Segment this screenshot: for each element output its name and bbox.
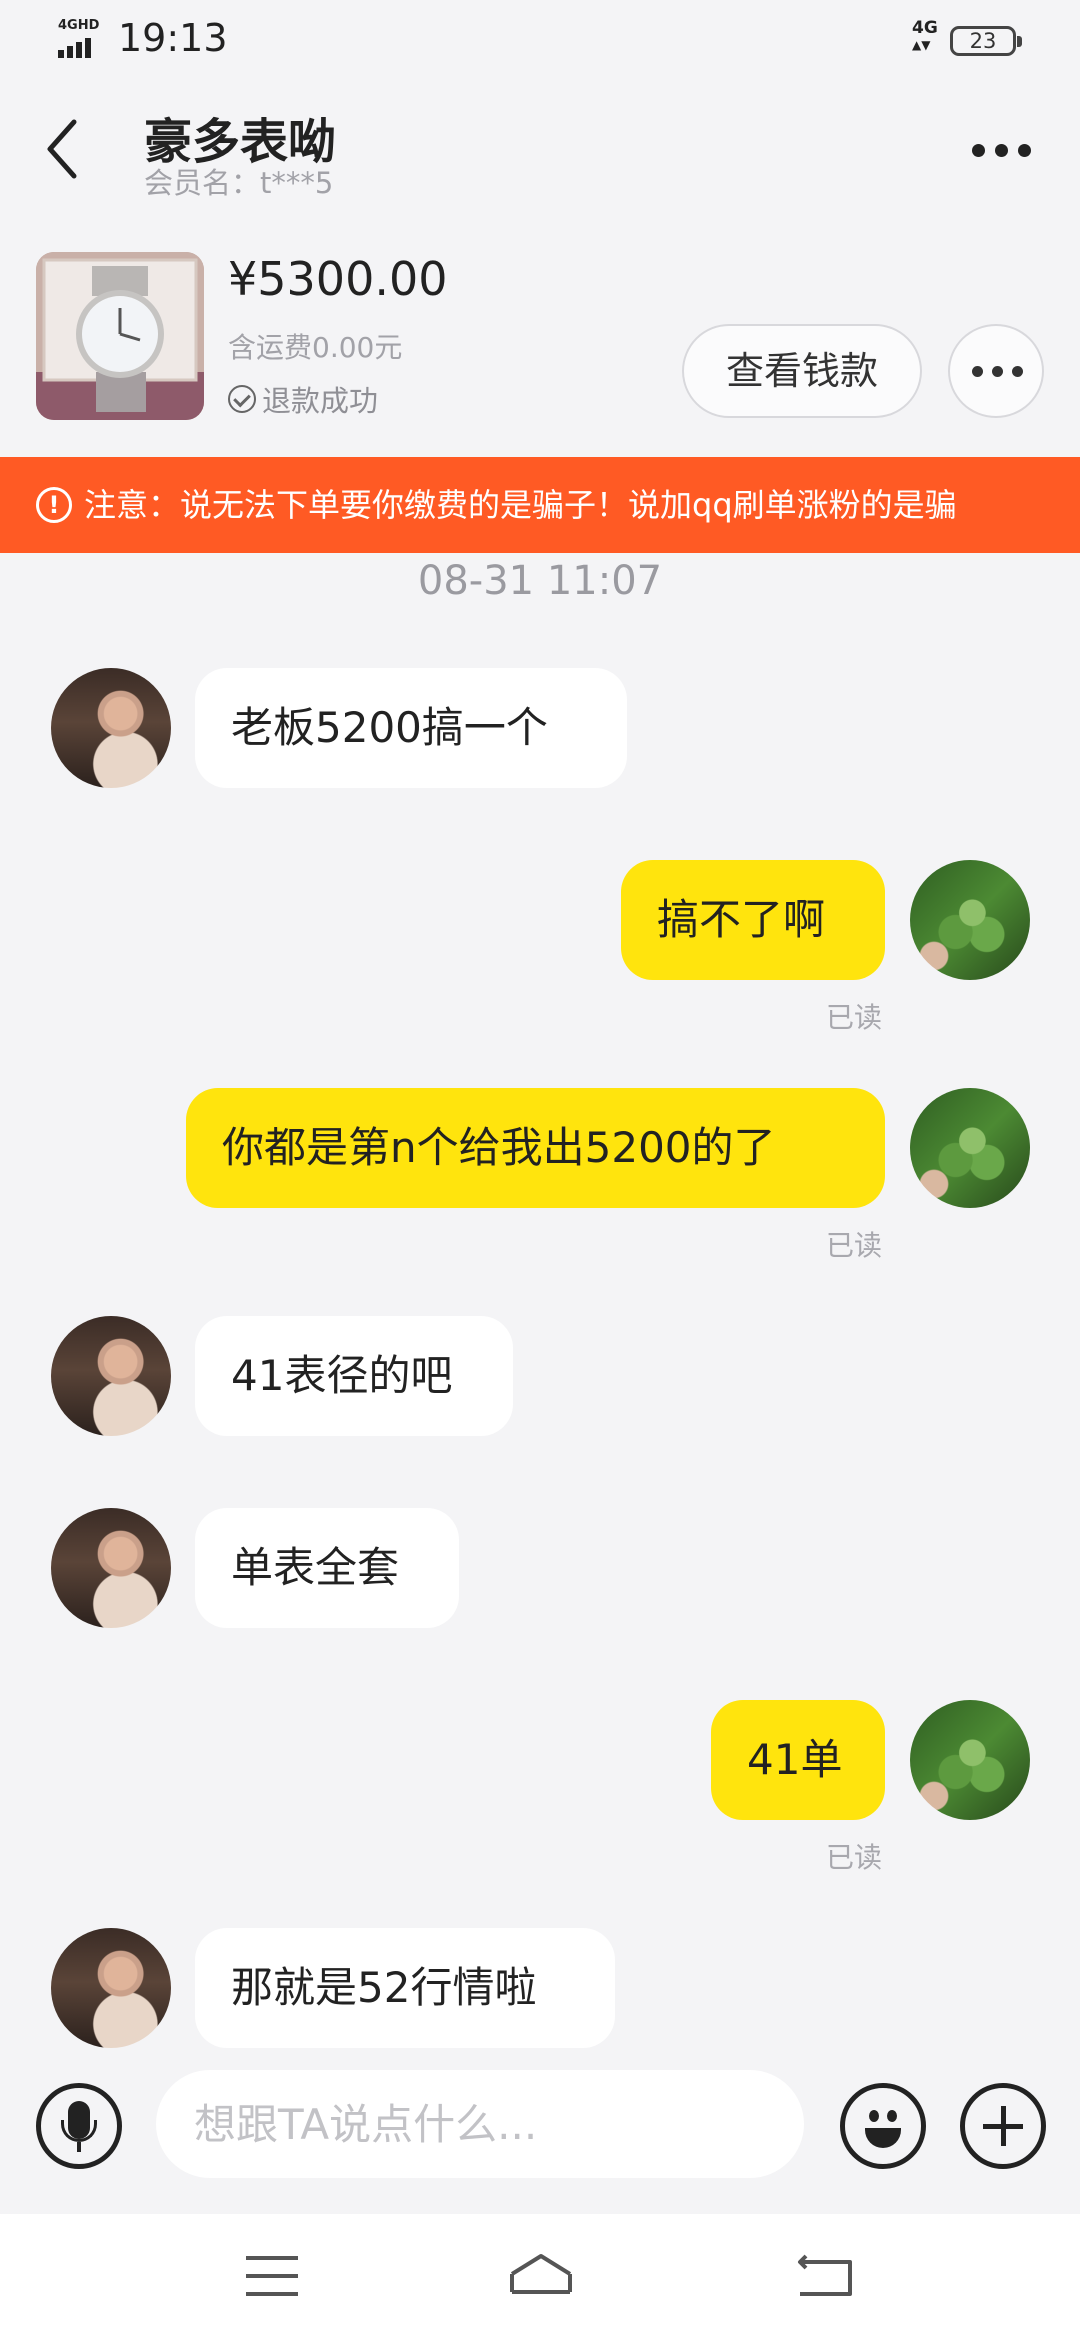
back-chevron-icon[interactable]: [40, 114, 90, 184]
back-arrow-icon[interactable]: [796, 2252, 854, 2298]
message-bubble-sent[interactable]: 搞不了啊: [621, 860, 885, 980]
product-more-button[interactable]: [948, 324, 1044, 418]
plus-icon[interactable]: [960, 2083, 1046, 2169]
seller-avatar[interactable]: [51, 1508, 171, 1628]
read-status: 已读: [826, 1841, 883, 1874]
product-thumbnail[interactable]: [36, 252, 204, 420]
check-circle-icon: [228, 385, 256, 413]
message-input[interactable]: [156, 2070, 804, 2178]
refund-status-text: 退款成功: [262, 384, 379, 418]
message-bubble-received[interactable]: 单表全套: [195, 1508, 459, 1628]
mobile-data-indicator: 4G ▲▼: [912, 18, 938, 53]
seller-avatar[interactable]: [51, 1316, 171, 1436]
seller-avatar[interactable]: [51, 668, 171, 788]
more-dots-icon[interactable]: [966, 130, 1036, 170]
read-status: 已读: [826, 1001, 883, 1034]
message-bubble-received[interactable]: 那就是52行情啦: [195, 1928, 615, 2048]
product-price: ¥5300.00: [228, 252, 448, 306]
network-type: 4GHD: [58, 18, 100, 33]
warning-text: 注意：说无法下单要你缴费的是骗子！说加qq刷单涨粉的是骗: [84, 486, 957, 524]
cell-signal-icon: 4GHD: [58, 18, 108, 58]
refund-status: 退款成功: [228, 378, 378, 420]
watch-image: [36, 252, 204, 420]
status-time: 19:13: [118, 16, 228, 60]
message-bubble-sent[interactable]: 41单: [711, 1700, 885, 1820]
emoji-icon[interactable]: [840, 2083, 926, 2169]
battery-icon: 23: [950, 26, 1022, 56]
view-money-button[interactable]: 查看钱款: [682, 324, 922, 418]
chat-timestamp: 08-31 11:07: [417, 558, 663, 604]
member-name: 会员名：t***5: [144, 166, 334, 200]
shipping-fee: 含运费0.00元: [228, 331, 403, 364]
microphone-icon[interactable]: [36, 2083, 122, 2169]
my-avatar[interactable]: [910, 860, 1030, 980]
my-avatar[interactable]: [910, 1088, 1030, 1208]
status-bar: 4GHD 19:13 4G ▲▼ 23: [0, 0, 1080, 86]
message-bubble-received[interactable]: 老板5200搞一个: [195, 668, 627, 788]
seller-avatar[interactable]: [51, 1928, 171, 2048]
warning-banner[interactable]: 注意：说无法下单要你缴费的是骗子！说加qq刷单涨粉的是骗: [0, 457, 1080, 553]
message-bubble-sent[interactable]: 你都是第n个给我出5200的了: [186, 1088, 885, 1208]
my-avatar[interactable]: [910, 1700, 1030, 1820]
read-status: 已读: [826, 1229, 883, 1262]
home-icon[interactable]: [508, 2252, 574, 2302]
menu-icon[interactable]: [246, 2256, 298, 2296]
message-bubble-received[interactable]: 41表径的吧: [195, 1316, 513, 1436]
warning-circle-icon: [36, 457, 72, 553]
